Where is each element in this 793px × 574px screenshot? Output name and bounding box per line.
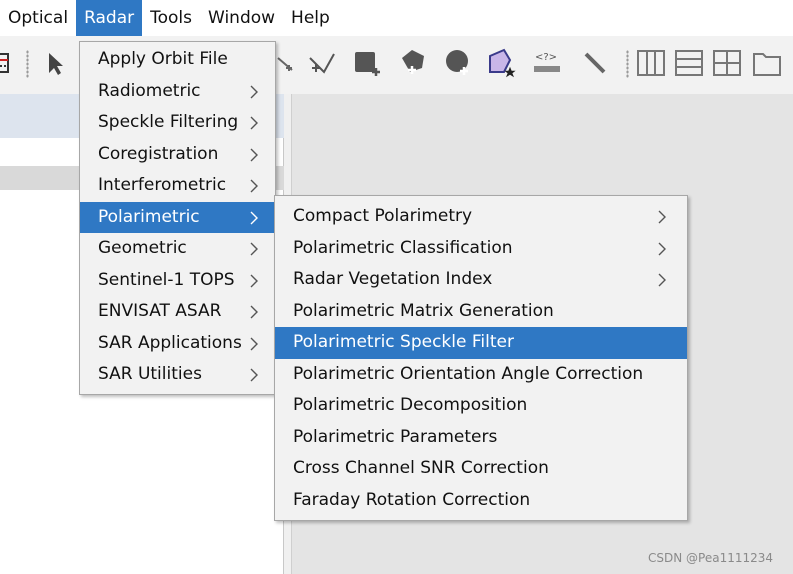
tile-rows-icon[interactable]	[672, 46, 706, 80]
add-rectangle-icon[interactable]	[350, 46, 384, 80]
chevron-right-icon	[249, 328, 263, 360]
menu-item-geometric[interactable]: Geometric	[80, 233, 275, 265]
tile-grid-icon[interactable]	[710, 46, 744, 80]
menu-optical[interactable]: Optical	[0, 0, 76, 36]
menu-item-label: Polarimetric Matrix Generation	[293, 300, 554, 321]
menu-item-label: SAR Applications	[98, 332, 242, 353]
menu-item-coregistration[interactable]: Coregistration	[80, 139, 275, 171]
menu-tools[interactable]: Tools	[142, 0, 200, 36]
menu-item-speckle-filtering[interactable]: Speckle Filtering	[80, 107, 275, 139]
menu-item-polarimetric-classification[interactable]: Polarimetric Classification	[275, 233, 687, 265]
menu-radar[interactable]: Radar	[76, 0, 143, 36]
menu-item-label: Polarimetric	[98, 206, 200, 227]
chevron-right-icon	[249, 202, 263, 234]
menu-window[interactable]: Window	[200, 0, 283, 36]
menu-item-label: Polarimetric Orientation Angle Correctio…	[293, 363, 644, 384]
menu-item-label: Polarimetric Classification	[293, 237, 513, 258]
menu-item-label: Faraday Rotation Correction	[293, 489, 531, 510]
chevron-right-icon	[657, 264, 671, 296]
menu-item-label: Geometric	[98, 238, 187, 258]
menu-item-sar-utilities[interactable]: SAR Utilities	[80, 359, 275, 391]
toolbar-separator	[26, 50, 29, 78]
folder-icon[interactable]	[750, 46, 784, 80]
menu-item-interferometric[interactable]: Interferometric	[80, 170, 275, 202]
range-finder-icon[interactable]: <?>	[530, 46, 564, 80]
add-ellipse-icon[interactable]	[442, 46, 476, 80]
pin-star-icon[interactable]	[486, 46, 520, 80]
menu-item-label: ENVISAT ASAR	[98, 301, 222, 321]
chevron-right-icon	[657, 233, 671, 265]
menu-item-polarimetric-speckle-filter[interactable]: Polarimetric Speckle Filter	[275, 327, 687, 359]
chevron-right-icon	[249, 233, 263, 265]
menu-item-polarimetric-decomposition[interactable]: Polarimetric Decomposition	[275, 390, 687, 422]
chevron-right-icon	[249, 170, 263, 202]
menu-item-radar-vegetation-index[interactable]: Radar Vegetation Index	[275, 264, 687, 296]
menu-bar: Optical Radar Tools Window Help	[0, 0, 793, 36]
chevron-right-icon	[249, 296, 263, 328]
polarimetric-submenu: Compact Polarimetry Polarimetric Classif…	[274, 195, 688, 521]
menu-item-label: Compact Polarimetry	[293, 206, 473, 226]
menu-item-sar-applications[interactable]: SAR Applications	[80, 328, 275, 360]
watermark: CSDN @Pea1111234	[648, 551, 774, 565]
menu-item-faraday-rotation-correction[interactable]: Faraday Rotation Correction	[275, 485, 687, 517]
tile-columns-icon[interactable]	[634, 46, 668, 80]
menu-item-polarimetric-parameters[interactable]: Polarimetric Parameters	[275, 422, 687, 454]
chevron-right-icon	[249, 76, 263, 108]
menu-item-label: Speckle Filtering	[98, 112, 239, 132]
menu-item-label: Cross Channel SNR Correction	[293, 458, 549, 478]
menu-item-label: Radiometric	[98, 80, 201, 101]
menu-item-envisat-asar[interactable]: ENVISAT ASAR	[80, 296, 275, 328]
menu-item-compact-polarimetry[interactable]: Compact Polarimetry	[275, 201, 687, 233]
menu-item-label: Sentinel-1 TOPS	[98, 269, 235, 290]
graph-icon[interactable]	[0, 46, 22, 80]
draw-polyline-icon[interactable]	[304, 46, 338, 80]
menu-item-label: Interferometric	[98, 175, 227, 195]
magic-wand-icon[interactable]	[578, 46, 612, 80]
menu-item-apply-orbit-file[interactable]: Apply Orbit File	[80, 44, 275, 76]
menu-item-cross-channel-snr-correction[interactable]: Cross Channel SNR Correction	[275, 453, 687, 485]
add-shape-icon[interactable]	[396, 46, 430, 80]
svg-text:<?>: <?>	[535, 52, 557, 63]
menu-item-label: Polarimetric Decomposition	[293, 395, 528, 415]
chevron-right-icon	[249, 265, 263, 297]
menu-item-polarimetric-matrix-generation[interactable]: Polarimetric Matrix Generation	[275, 296, 687, 328]
radar-menu: Apply Orbit File Radiometric Speckle Fil…	[79, 41, 276, 395]
menu-item-label: Radar Vegetation Index	[293, 269, 493, 289]
menu-item-label: Polarimetric Speckle Filter	[293, 332, 514, 352]
toolbar-separator	[626, 50, 629, 78]
menu-item-polarimetric-orientation-angle-correction[interactable]: Polarimetric Orientation Angle Correctio…	[275, 359, 687, 391]
menu-item-label: Coregistration	[98, 143, 219, 164]
chevron-right-icon	[249, 139, 263, 171]
chevron-right-icon	[249, 359, 263, 391]
menu-item-label: Apply Orbit File	[98, 49, 228, 69]
chevron-right-icon	[249, 107, 263, 139]
menu-item-label: Polarimetric Parameters	[293, 426, 498, 447]
menu-item-radiometric[interactable]: Radiometric	[80, 76, 275, 108]
menu-help[interactable]: Help	[283, 0, 338, 36]
select-arrow-icon[interactable]	[38, 46, 72, 80]
menu-item-polarimetric[interactable]: Polarimetric	[80, 201, 275, 234]
menu-item-label: SAR Utilities	[98, 364, 202, 384]
menu-item-sentinel-1-tops[interactable]: Sentinel-1 TOPS	[80, 265, 275, 297]
chevron-right-icon	[657, 201, 671, 233]
